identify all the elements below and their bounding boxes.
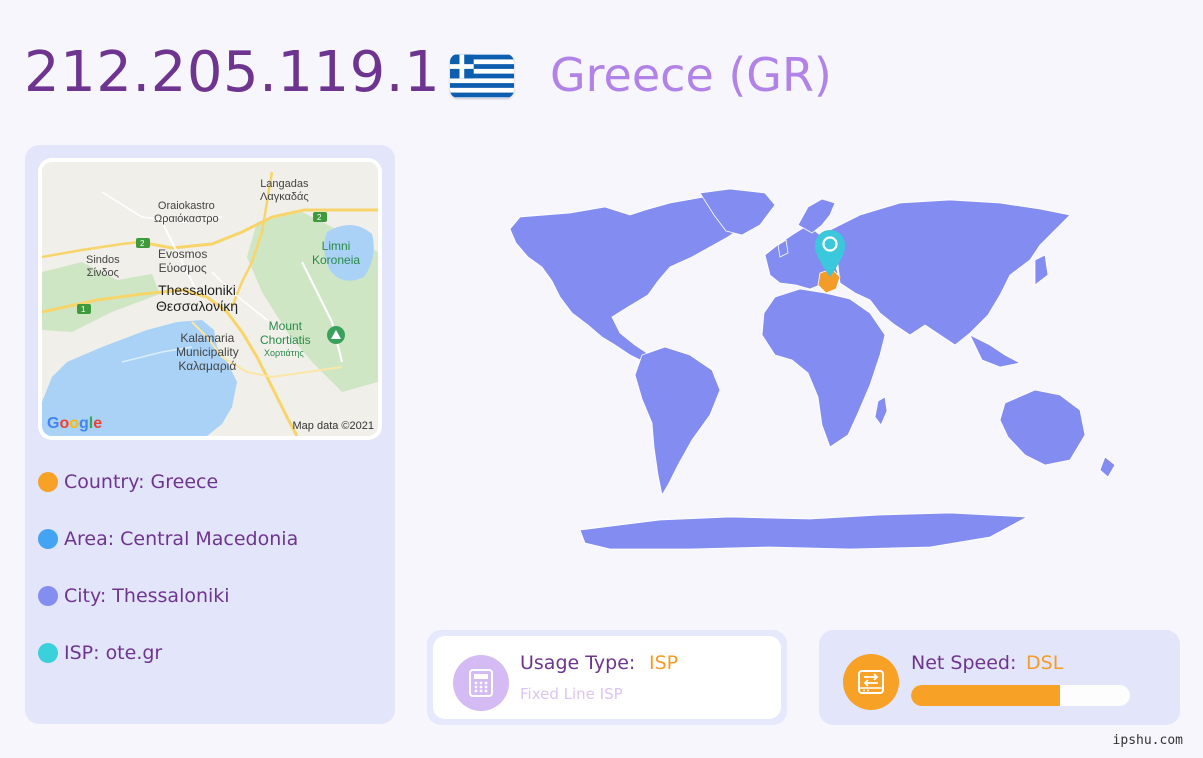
map-label-mount-chortiatis: Mount Chortiatis [260, 319, 311, 347]
ip-address: 212.205.119.1 [24, 40, 441, 105]
map-label-thessaloniki: Thessaloniki Θεσσαλονίκη [156, 282, 238, 315]
info-country: Country: Greece [38, 471, 218, 493]
map-label-kalamaria: Kalamaria Municipality Καλαμαριά [176, 331, 239, 373]
location-card: Langadas Λαγκαδάς Oraiokastro Ωραιόκαστρο … [25, 145, 395, 724]
net-speed-bar [911, 685, 1130, 706]
japan [1034, 254, 1049, 286]
antarctica [579, 512, 1029, 550]
map-label-limni-koroneia: Limni Koroneia [312, 239, 361, 267]
usage-type-value: ISP [649, 652, 679, 674]
info-isp: ISP: ote.gr [38, 642, 162, 664]
southeast-asia [969, 334, 1022, 368]
scandinavia [797, 198, 836, 234]
road-marker-1: 1 [81, 305, 86, 314]
city-text: City: Thessaloniki [64, 585, 230, 607]
world-map [430, 185, 1150, 560]
africa [761, 288, 886, 448]
map-label-evosmos: Evosmos Εύοσμος [158, 247, 208, 275]
usage-type-inner: Usage Type: ISP Fixed Line ISP [433, 636, 781, 719]
map-label-sindos: Sindos Σίνδος [86, 254, 120, 279]
usage-type-label: Usage Type: [520, 652, 636, 674]
info-city: City: Thessaloniki [38, 585, 230, 607]
city-dot-icon [38, 586, 58, 606]
net-speed-bar-fill [911, 685, 1060, 706]
phone-icon [453, 655, 509, 711]
google-logo: Google [47, 415, 103, 432]
usage-type-sub: Fixed Line ISP [520, 685, 623, 703]
road-marker-2a: 2 [140, 239, 145, 248]
area-dot-icon [38, 529, 58, 549]
map-credit: Map data ©2021 [292, 420, 375, 432]
map-label-chortiatis-greek: Χορτιάτης [264, 348, 304, 358]
location-map[interactable]: Langadas Λαγκαδάς Oraiokastro Ωραιόκαστρο … [42, 162, 378, 436]
map-label-oraiokastro: Oraiokastro Ωραιόκαστρο [154, 200, 219, 225]
usage-type-card: Usage Type: ISP Fixed Line ISP [427, 630, 787, 725]
south-america [634, 346, 721, 497]
country-text: Country: Greece [64, 471, 219, 493]
isp-text: ISP: ote.gr [64, 642, 163, 664]
site-watermark: ipshu.com [1112, 733, 1183, 748]
greece-flag-icon [450, 54, 514, 98]
road-marker-2b: 2 [317, 213, 322, 222]
isp-dot-icon [38, 643, 58, 663]
new-zealand [1099, 456, 1116, 478]
net-speed-value: DSL [1026, 652, 1064, 674]
madagascar [874, 396, 888, 426]
net-speed-card: Net Speed: DSL [819, 630, 1180, 725]
net-speed-label: Net Speed: [911, 652, 1017, 674]
map-frame: Langadas Λαγκαδάς Oraiokastro Ωραιόκαστρο … [38, 158, 382, 440]
country-title: Greece (GR) [550, 48, 832, 102]
country-dot-icon [38, 472, 58, 492]
info-area: Area: Central Macedonia [38, 528, 298, 550]
area-text: Area: Central Macedonia [64, 528, 299, 550]
map-label-langadas: Langadas Λαγκαδάς [260, 178, 309, 203]
australia [999, 389, 1086, 466]
network-drive-icon [843, 654, 899, 710]
